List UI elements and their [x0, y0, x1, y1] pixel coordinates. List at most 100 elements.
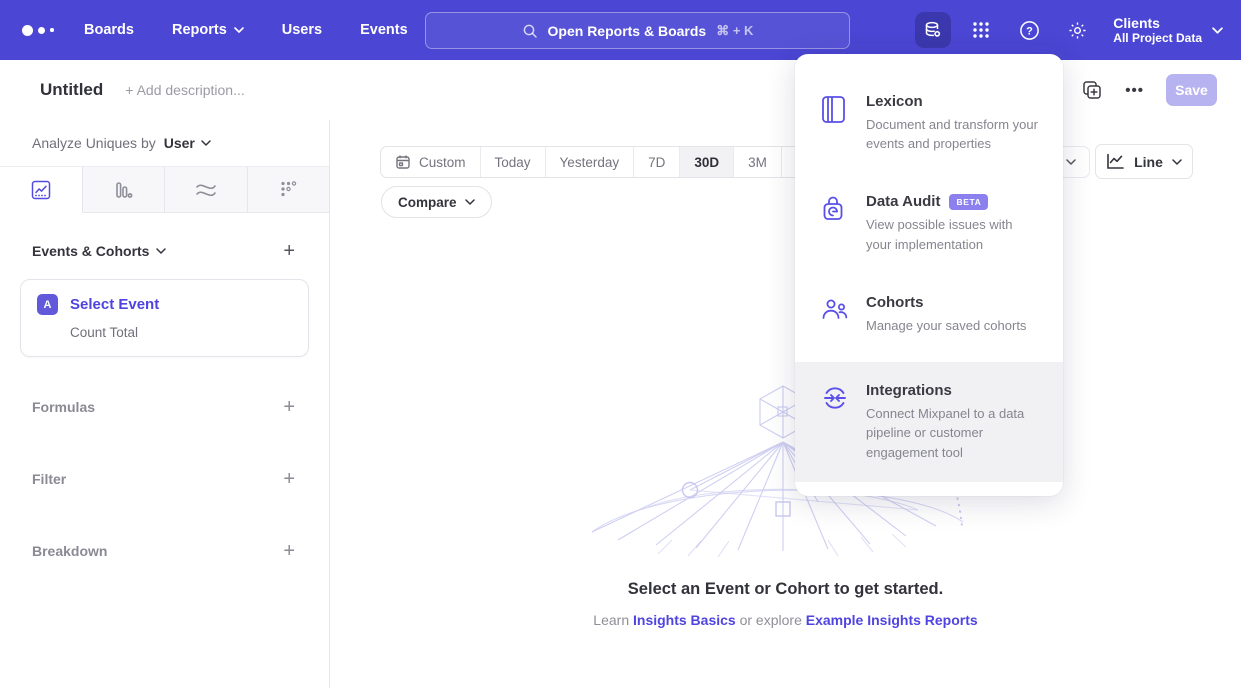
data-audit-icon — [821, 193, 849, 253]
example-reports-link[interactable]: Example Insights Reports — [806, 612, 978, 628]
bar-chart-icon — [112, 179, 134, 201]
menu-item-cohorts[interactable]: Cohorts Manage your saved cohorts — [795, 281, 1063, 348]
menu-item-lexicon[interactable]: Lexicon Document and transform your even… — [795, 80, 1063, 166]
analyze-value: User — [164, 135, 195, 151]
compare-dropdown[interactable]: Compare — [381, 186, 492, 218]
top-navbar: Boards Reports Users Events Open Reports… — [0, 0, 1241, 60]
add-filter-button[interactable]: + — [283, 469, 295, 489]
date-range-label: Custom — [419, 155, 466, 170]
nav-item-users[interactable]: Users — [282, 22, 322, 38]
empty-state-heading: Select an Event or Cohort to get started… — [330, 580, 1241, 599]
settings-button[interactable] — [1059, 12, 1095, 48]
calendar-icon — [395, 154, 411, 170]
insights-basics-link[interactable]: Insights Basics — [633, 612, 736, 628]
date-range-label: Yesterday — [560, 155, 620, 170]
mixpanel-logo[interactable] — [22, 25, 66, 36]
nav-item-events[interactable]: Events — [360, 22, 408, 38]
search-icon — [522, 23, 538, 39]
chevron-down-icon — [234, 27, 244, 33]
chevron-down-icon — [156, 248, 166, 254]
database-gear-icon — [923, 20, 943, 40]
analyze-label: Analyze Uniques by — [32, 135, 156, 151]
nav-item-boards[interactable]: Boards — [84, 22, 134, 38]
nav-item-label: Reports — [172, 22, 227, 38]
breakdown-header: Breakdown — [32, 543, 107, 559]
cohorts-icon — [821, 294, 849, 335]
learn-text: Learn — [593, 612, 629, 628]
date-range-7d[interactable]: 7D — [634, 147, 680, 177]
date-range-custom[interactable]: Custom — [381, 147, 481, 177]
nav-links: Boards Reports Users Events — [84, 22, 408, 38]
nav-item-label: Boards — [84, 22, 134, 38]
event-letter-badge: A — [37, 294, 58, 315]
chart-type-label: Line — [1134, 154, 1163, 170]
menu-item-title: Data Audit — [866, 193, 940, 210]
flow-icon — [194, 179, 218, 201]
analyze-row: Analyze Uniques by User — [0, 120, 329, 167]
events-cohorts-header[interactable]: Events & Cohorts — [32, 243, 166, 259]
chart-type-dropdown[interactable]: Line — [1095, 144, 1193, 179]
report-title[interactable]: Untitled — [40, 80, 103, 100]
event-card[interactable]: A Select Event Count Total — [20, 279, 309, 357]
chevron-down-icon — [1066, 159, 1076, 165]
add-breakdown-button[interactable]: + — [283, 541, 295, 561]
tab-bar[interactable] — [83, 167, 166, 213]
chevron-down-icon — [465, 199, 475, 205]
apps-grid-button[interactable] — [963, 12, 999, 48]
save-button[interactable]: Save — [1166, 74, 1217, 106]
menu-item-integrations[interactable]: Integrations Connect Mixpanel to a data … — [795, 362, 1063, 482]
project-selector[interactable]: Clients All Project Data — [1113, 15, 1223, 45]
data-management-button[interactable] — [915, 12, 951, 48]
search-placeholder: Open Reports & Boards — [548, 23, 707, 39]
events-cohorts-label: Events & Cohorts — [32, 243, 149, 259]
event-measurement[interactable]: Count Total — [70, 325, 292, 340]
add-formula-button[interactable]: + — [283, 397, 295, 417]
date-range-yesterday[interactable]: Yesterday — [546, 147, 635, 177]
tab-insights[interactable] — [0, 167, 83, 213]
compare-label: Compare — [398, 195, 457, 210]
global-search-input[interactable]: Open Reports & Boards ⌘ + K — [425, 12, 850, 49]
tab-flow[interactable] — [165, 167, 248, 213]
beta-badge: BETA — [949, 194, 988, 210]
copy-to-board-icon[interactable] — [1081, 79, 1103, 101]
menu-item-data-audit[interactable]: Data Audit BETA View possible issues wit… — [795, 180, 1063, 266]
empty-state-subtext: Learn Insights Basics or explore Example… — [330, 612, 1241, 628]
date-range-today[interactable]: Today — [481, 147, 546, 177]
project-scope: All Project Data — [1113, 31, 1202, 45]
analyze-by-selector[interactable]: User — [164, 135, 211, 151]
visualization-tabs — [0, 167, 329, 213]
date-range-30d[interactable]: 30D — [680, 147, 734, 177]
help-icon: ? — [1019, 20, 1040, 41]
add-event-button[interactable]: + — [283, 241, 295, 261]
date-range-3m[interactable]: 3M — [734, 147, 782, 177]
gear-icon — [1067, 20, 1088, 41]
more-options-button[interactable]: ••• — [1125, 82, 1144, 99]
nav-item-label: Users — [282, 22, 322, 38]
date-range-label: Today — [495, 155, 531, 170]
add-description-field[interactable]: + Add description... — [125, 82, 244, 98]
menu-item-description: View possible issues with your implement… — [866, 215, 1039, 253]
menu-item-title: Cohorts — [866, 294, 924, 311]
lexicon-icon — [821, 93, 849, 153]
date-range-control: Custom Today Yesterday 7D 30D 3M 6M — [380, 146, 830, 178]
menu-item-description: Manage your saved cohorts — [866, 316, 1026, 335]
nav-item-reports[interactable]: Reports — [172, 22, 244, 38]
menu-item-title: Integrations — [866, 382, 952, 399]
select-event-button[interactable]: Select Event — [70, 296, 159, 313]
help-button[interactable]: ? — [1011, 12, 1047, 48]
filter-header: Filter — [32, 471, 66, 487]
grid-icon — [972, 21, 990, 39]
chevron-down-icon — [1212, 27, 1223, 34]
chevron-down-icon — [201, 140, 211, 146]
tab-metric[interactable] — [248, 167, 330, 213]
metric-icon — [277, 179, 299, 201]
formulas-header: Formulas — [32, 399, 95, 415]
search-shortcut: ⌘ + K — [716, 23, 753, 39]
line-chart-icon — [30, 179, 52, 201]
date-range-label: 7D — [648, 155, 665, 170]
menu-item-title: Lexicon — [866, 93, 923, 110]
chart-area: Custom Today Yesterday 7D 30D 3M 6M Comp… — [330, 120, 1241, 688]
integrations-icon — [821, 382, 849, 462]
line-chart-icon — [1106, 153, 1125, 170]
data-management-menu: Lexicon Document and transform your even… — [795, 54, 1063, 496]
